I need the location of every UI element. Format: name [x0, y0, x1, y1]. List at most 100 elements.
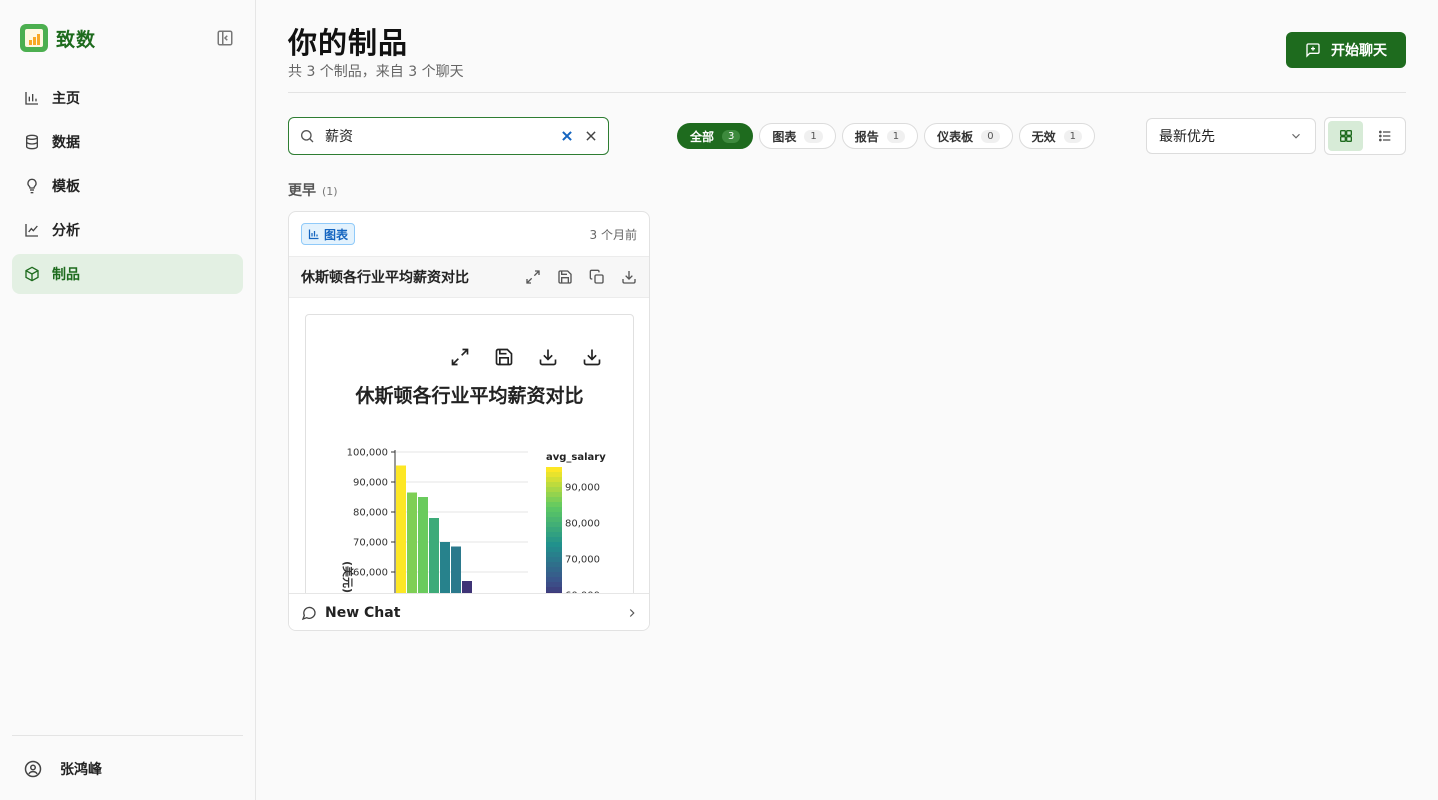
section-count: (1) [322, 185, 338, 198]
close-icon[interactable] [584, 129, 598, 143]
filter-dashboards[interactable]: 仪表板 0 [924, 123, 1013, 149]
list-view-button[interactable] [1367, 121, 1402, 151]
sidebar-item-label: 模板 [52, 179, 80, 195]
search-box[interactable] [288, 117, 609, 155]
app-name: 致数 [56, 28, 97, 51]
save-icon[interactable] [494, 347, 514, 367]
chart-tick-label: 60,000 [353, 568, 388, 579]
legend-gradient-band [546, 497, 562, 503]
legend-gradient-band [546, 582, 562, 588]
chat-bubble-icon [301, 606, 316, 620]
sidebar-item-data[interactable]: 数据 [12, 122, 243, 162]
legend-gradient-band [546, 472, 562, 478]
card-actions [525, 269, 637, 285]
section-header: 更早 (1) [288, 180, 338, 200]
user-name: 张鸿峰 [60, 762, 102, 778]
legend-gradient-band [546, 542, 562, 548]
chat-link[interactable]: New Chat [301, 605, 400, 621]
bar-chart-icon [308, 229, 319, 240]
save-icon[interactable] [557, 269, 573, 285]
page-subtitle: 共 3 个制品，来自 3 个聊天 [288, 64, 464, 80]
filter-label: 报告 [854, 129, 879, 144]
filter-invalid[interactable]: 无效 1 [1018, 123, 1095, 149]
main-content: 你的制品 共 3 个制品，来自 3 个聊天 开始聊天 全部 3 图表 1 报告 1 仪… [288, 0, 1406, 800]
sidebar: 致数 主页 数据 模板 分析 制品 张鸿峰 [0, 0, 256, 800]
line-chart-icon [25, 224, 38, 237]
clear-search-icon[interactable] [560, 129, 574, 143]
grid-icon [1339, 130, 1352, 142]
filter-count: 1 [804, 129, 823, 143]
sidebar-collapse-icon[interactable] [216, 29, 234, 47]
start-chat-label: 开始聊天 [1331, 43, 1387, 59]
filter-count: 1 [886, 129, 906, 143]
chat-plus-icon [1306, 43, 1320, 58]
artifact-card[interactable]: 图表 3 个月前 休斯顿各行业平均薪资对比 60,000 70,000 80,000… [288, 211, 650, 631]
sort-selected: 最新优先 [1159, 129, 1215, 145]
legend-gradient-band [546, 562, 562, 568]
legend-gradient-band [546, 487, 562, 493]
filter-label: 无效 [1031, 129, 1056, 144]
sidebar-item-home[interactable]: 主页 [12, 78, 243, 118]
filter-chips: 全部 3 图表 1 报告 1 仪表板 0 无效 1 [677, 123, 1095, 149]
database-icon [26, 134, 38, 150]
legend-gradient-band [546, 567, 562, 573]
chart-tick-label: 70,000 [353, 538, 388, 549]
chevron-down-icon [1292, 133, 1300, 139]
chart-preview[interactable]: 60,000 70,000 80,000 90,000 100,000 (美元) avg_s… [305, 314, 634, 614]
filter-charts[interactable]: 图表 1 [759, 123, 836, 149]
sort-select[interactable]: 最新优先 [1146, 118, 1316, 154]
grid-view-button[interactable] [1328, 121, 1363, 151]
app-logo-icon [20, 24, 48, 52]
legend-gradient-band [546, 507, 562, 513]
filter-label: 全部 [690, 129, 715, 144]
user-profile[interactable]: 张鸿峰 [12, 736, 243, 779]
page-title: 你的制品 [288, 26, 409, 60]
filter-reports[interactable]: 报告 1 [841, 123, 919, 149]
card-title: 休斯顿各行业平均薪资对比 [301, 270, 469, 286]
list-icon [1378, 130, 1390, 142]
user-avatar-icon [24, 760, 42, 778]
sidebar-item-analysis[interactable]: 分析 [12, 210, 243, 250]
filter-label: 图表 [772, 129, 797, 144]
bar-chart-icon [25, 92, 38, 105]
download-icon[interactable] [538, 347, 558, 367]
start-chat-button[interactable]: 开始聊天 [1286, 32, 1406, 68]
copy-icon[interactable] [589, 269, 605, 285]
sidebar-item-label: 制品 [52, 267, 80, 283]
card-title-row: 休斯顿各行业平均薪资对比 [289, 256, 649, 298]
legend-tick-label: 80,000 [565, 518, 600, 529]
legend-gradient-band [546, 557, 562, 563]
filter-count: 3 [722, 129, 741, 143]
timestamp: 3 个月前 [589, 227, 637, 242]
legend-title: avg_salary [546, 452, 606, 463]
legend-gradient-band [546, 467, 562, 473]
search-input[interactable] [325, 128, 560, 144]
card-footer[interactable]: New Chat [289, 593, 649, 630]
legend-gradient-band [546, 522, 562, 528]
legend-gradient-band [546, 492, 562, 498]
card-header: 图表 3 个月前 [289, 212, 649, 256]
type-badge: 图表 [301, 223, 356, 245]
header-divider [288, 92, 1406, 93]
filter-count: 1 [1063, 129, 1082, 143]
chart-y-axis-label: (美元) [341, 561, 355, 593]
section-title: 更早 [288, 183, 316, 199]
legend-gradient-band [546, 552, 562, 558]
legend-gradient-band [546, 502, 562, 508]
legend-gradient-band [546, 482, 562, 488]
sidebar-item-artifacts[interactable]: 制品 [12, 254, 243, 294]
chat-name: New Chat [325, 604, 401, 621]
filter-all[interactable]: 全部 3 [677, 123, 754, 149]
download-icon[interactable] [621, 269, 637, 285]
sidebar-footer: 张鸿峰 [12, 735, 243, 779]
legend-gradient-band [546, 517, 562, 523]
brand[interactable]: 致数 [20, 24, 96, 52]
chart-title: 休斯顿各行业平均薪资对比 [355, 385, 584, 407]
expand-icon[interactable] [450, 347, 470, 367]
download-image-icon[interactable] [582, 347, 602, 367]
legend-tick-label: 90,000 [565, 482, 600, 493]
legend-gradient-band [546, 537, 562, 543]
legend-gradient-band [546, 577, 562, 583]
expand-icon[interactable] [525, 269, 541, 285]
sidebar-item-templates[interactable]: 模板 [12, 166, 243, 206]
